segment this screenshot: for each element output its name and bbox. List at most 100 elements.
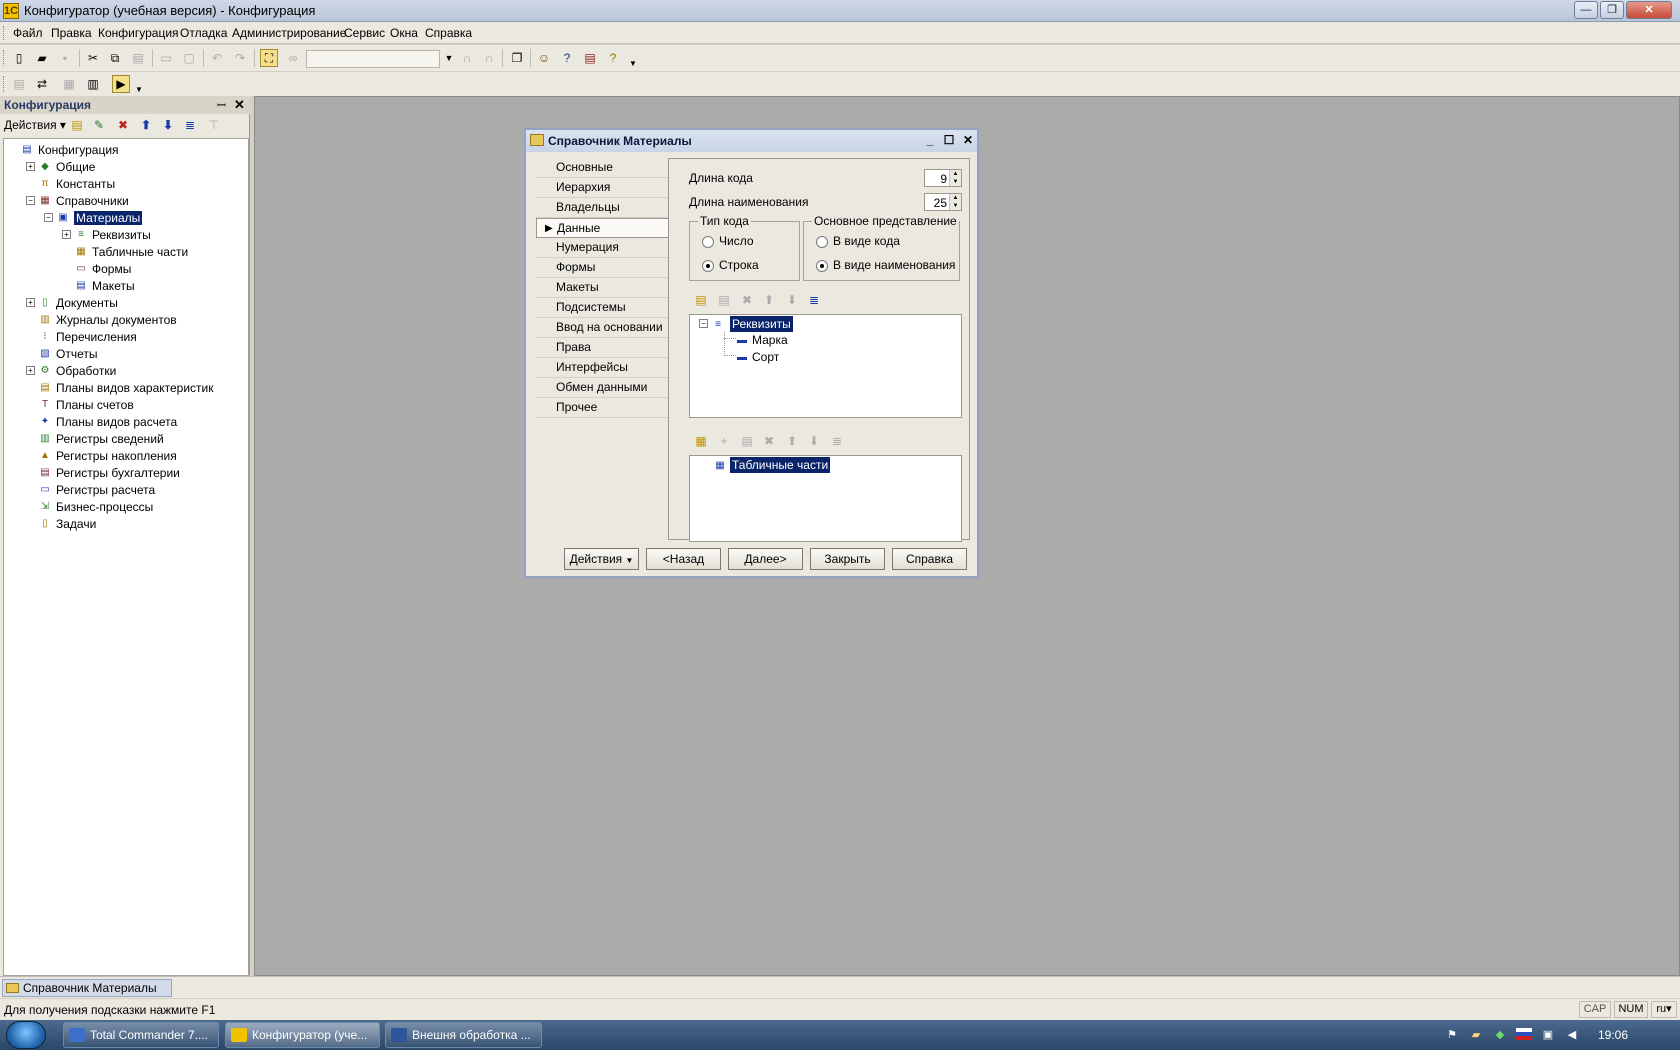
back-button[interactable]: <Назад (646, 548, 721, 570)
tree-item[interactable]: ✦ Планы видов расчета (4, 413, 248, 430)
tray-shield-icon[interactable]: ◆ (1492, 1028, 1508, 1042)
expand-icon[interactable]: + (26, 162, 35, 171)
find-next-icon[interactable]: ∩ (458, 49, 476, 67)
collapse-icon[interactable]: − (26, 196, 35, 205)
help-index-icon[interactable]: ? (558, 49, 576, 67)
actions-menu-button[interactable]: Действия ▾ (4, 118, 66, 132)
delete-tabular-part-icon[interactable]: ✖ (760, 432, 778, 450)
find-prev-icon[interactable]: ∩ (480, 49, 498, 67)
tree-item[interactable]: ▥ Регистры сведений (4, 430, 248, 447)
expand-icon[interactable]: + (26, 298, 35, 307)
dialog-maximize-button[interactable]: ☐ (942, 133, 956, 147)
tree-item[interactable]: T Планы счетов (4, 396, 248, 413)
tab-1[interactable]: Иерархия (536, 178, 669, 198)
start-button[interactable] (6, 1021, 46, 1049)
tree-item[interactable]: ▭ Формы (4, 260, 248, 277)
edit-icon[interactable]: ✎ (90, 116, 108, 134)
tree-item[interactable]: + ◆ Общие (4, 158, 248, 175)
code-length-spin-icon[interactable]: ▲ ▼ (949, 170, 961, 186)
move-down-icon[interactable]: ⬇ (159, 116, 177, 134)
tree-item[interactable]: ▲ Регистры накопления (4, 447, 248, 464)
name-length-spin-icon[interactable]: ▲ ▼ (949, 194, 961, 210)
pin-icon[interactable]: ꟷ (217, 98, 226, 113)
help-button[interactable]: Справка (892, 548, 967, 570)
copy-icon[interactable]: ⧉ (106, 49, 124, 67)
attribute-item[interactable]: Сорт (752, 350, 779, 364)
tree-item[interactable]: π Константы (4, 175, 248, 192)
find-icon[interactable]: ⛶ (260, 49, 278, 67)
collapse-icon[interactable]: − (44, 213, 53, 222)
tray-network-icon[interactable]: ⚑ (1444, 1028, 1460, 1042)
redo-icon[interactable]: ↷ (231, 49, 249, 67)
tabular-sort-icon[interactable]: ≣ (828, 432, 846, 450)
dialog-minimize-button[interactable]: _ (923, 133, 937, 147)
tab-8[interactable]: Ввод на основании (536, 318, 669, 338)
repr-code-radio[interactable] (816, 236, 828, 248)
tray-display-icon[interactable]: ▣ (1540, 1028, 1556, 1042)
attribute-item[interactable]: Марка (752, 333, 788, 347)
menu-edit[interactable]: Правка (51, 26, 92, 40)
tree-item[interactable]: + ▯ Документы (4, 294, 248, 311)
syntax-assistant-icon[interactable]: ▤ (581, 49, 599, 67)
preview-icon[interactable]: ▢ (180, 49, 198, 67)
tree-item[interactable]: ▯ Задачи (4, 515, 248, 532)
search-combo[interactable] (306, 50, 440, 68)
tree-item[interactable]: − ▦ Справочники (4, 192, 248, 209)
undo-icon[interactable]: ↶ (208, 49, 226, 67)
tab-3[interactable]: ▶ Данные (536, 218, 669, 238)
help-context-icon[interactable]: ? (604, 49, 622, 67)
menu-file[interactable]: Файл (13, 26, 43, 40)
tab-11[interactable]: Обмен данными (536, 378, 669, 398)
tree-item[interactable]: ▧ Отчеты (4, 345, 248, 362)
assistant-icon[interactable]: ☺ (535, 49, 553, 67)
toolbar-more-icon[interactable]: ▼ (624, 55, 642, 73)
taskbar-item-total-commander[interactable]: Total Commander 7.... (63, 1022, 219, 1048)
tree-item[interactable]: ⇲ Бизнес-процессы (4, 498, 248, 515)
expand-icon[interactable]: + (26, 366, 35, 375)
dialog-actions-button[interactable]: Действия ▼ (564, 548, 639, 570)
print-icon[interactable]: ▭ (157, 49, 175, 67)
close-dialog-button[interactable]: Закрыть (810, 548, 885, 570)
add-column-icon[interactable]: + (715, 432, 733, 450)
code-type-number-radio[interactable] (702, 236, 714, 248)
tray-folder-icon[interactable]: ▰ (1468, 1028, 1484, 1042)
tabular-up-icon[interactable]: ⬆ (783, 432, 801, 450)
maximize-button[interactable]: ❐ (1600, 1, 1624, 19)
name-length-field[interactable]: 25 ▲ ▼ (924, 193, 962, 211)
search-combo-dropdown-icon[interactable]: ▼ (440, 49, 458, 67)
paste-icon[interactable]: ▤ (129, 49, 147, 67)
tree-item[interactable]: ▤ Планы видов характеристик (4, 379, 248, 396)
run-debug-icon[interactable]: ▶ (112, 75, 130, 93)
tab-2[interactable]: Владельцы (536, 198, 669, 218)
attribute-down-icon[interactable]: ⬇ (783, 291, 801, 309)
menu-help[interactable]: Справка (425, 26, 472, 40)
move-up-icon[interactable]: ⬆ (137, 116, 155, 134)
code-length-field[interactable]: 9 ▲ ▼ (924, 169, 962, 187)
cut-icon[interactable]: ✂ (84, 49, 102, 67)
menu-windows[interactable]: Окна (390, 26, 418, 40)
tab-6[interactable]: Макеты (536, 278, 669, 298)
add-attribute-icon[interactable]: ▤ (692, 291, 710, 309)
tabular-parts-tree[interactable]: ▦ Табличные части (689, 455, 962, 542)
language-indicator[interactable]: ru▾ (1651, 1001, 1677, 1018)
tray-volume-icon[interactable]: ◀ (1564, 1028, 1580, 1042)
tab-7[interactable]: Подсистемы (536, 298, 669, 318)
tree-item[interactable]: ▤ Макеты (4, 277, 248, 294)
taskbar-item-configurator[interactable]: Конфигуратор (уче... (225, 1022, 380, 1048)
add-icon[interactable]: ▤ (68, 116, 86, 134)
dialog-close-button[interactable]: ✕ (961, 133, 975, 147)
attributes-collapse-icon[interactable]: − (699, 319, 708, 328)
tab-0[interactable]: Основные (536, 158, 669, 178)
sort-icon[interactable]: ≣ (181, 116, 199, 134)
open-config-icon[interactable]: ▤ (10, 75, 28, 93)
tab-4[interactable]: Нумерация (536, 238, 669, 258)
attributes-root-item[interactable]: Реквизиты (730, 316, 793, 332)
attribute-up-icon[interactable]: ⬆ (760, 291, 778, 309)
expand-icon[interactable]: + (62, 230, 71, 239)
compare-config-icon[interactable]: ⇄ (33, 75, 51, 93)
delete-attribute-icon[interactable]: ✖ (738, 291, 756, 309)
edit-attribute-icon[interactable]: ▤ (715, 291, 733, 309)
delete-icon[interactable]: ✖ (114, 116, 132, 134)
tab-12[interactable]: Прочее (536, 398, 669, 418)
close-button[interactable]: ✕ (1626, 1, 1672, 19)
